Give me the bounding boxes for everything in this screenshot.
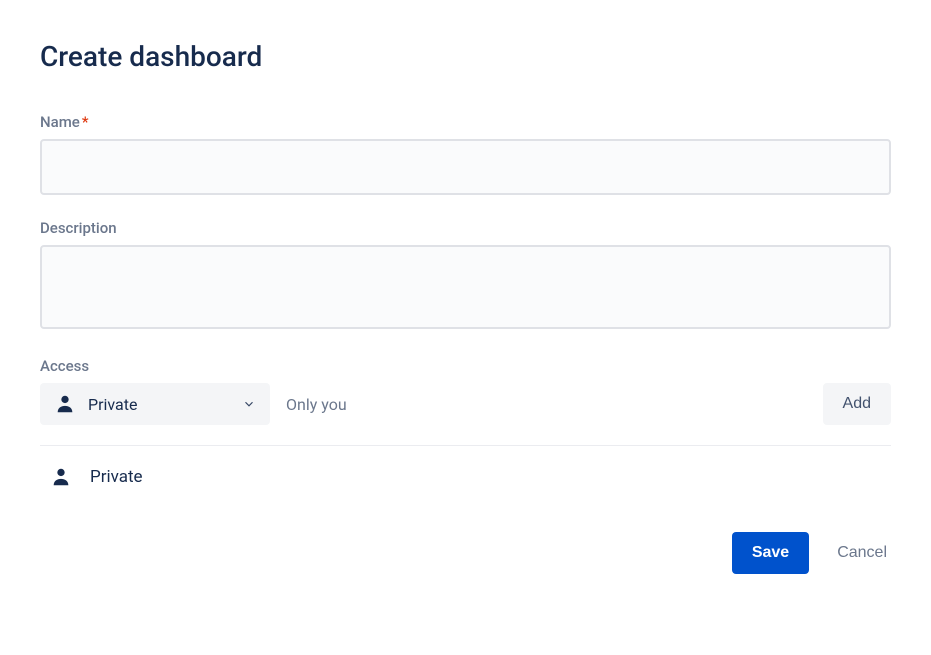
add-button[interactable]: Add [823, 383, 891, 425]
footer-buttons: Save Cancel [40, 532, 891, 574]
cancel-button[interactable]: Cancel [833, 532, 891, 574]
access-label: Access [40, 357, 891, 375]
access-field-group: Access Private Only you Add Private [40, 357, 891, 508]
access-row: Private Only you Add [40, 383, 891, 446]
required-marker: * [82, 113, 89, 131]
person-icon [50, 466, 72, 488]
name-field-group: Name* [40, 113, 891, 195]
name-input[interactable] [40, 139, 891, 195]
name-label: Name* [40, 113, 891, 131]
access-entry-label: Private [90, 467, 143, 487]
access-select-label: Private [88, 395, 230, 414]
description-label: Description [40, 219, 891, 237]
save-button[interactable]: Save [732, 532, 809, 574]
description-field-group: Description [40, 219, 891, 333]
chevron-down-icon [242, 397, 256, 411]
person-icon [54, 393, 76, 415]
access-entry: Private [40, 446, 891, 508]
description-input[interactable] [40, 245, 891, 329]
access-select[interactable]: Private [40, 383, 270, 425]
access-detail-text: Only you [286, 395, 807, 414]
name-label-text: Name [40, 113, 80, 131]
page-title: Create dashboard [40, 40, 891, 73]
